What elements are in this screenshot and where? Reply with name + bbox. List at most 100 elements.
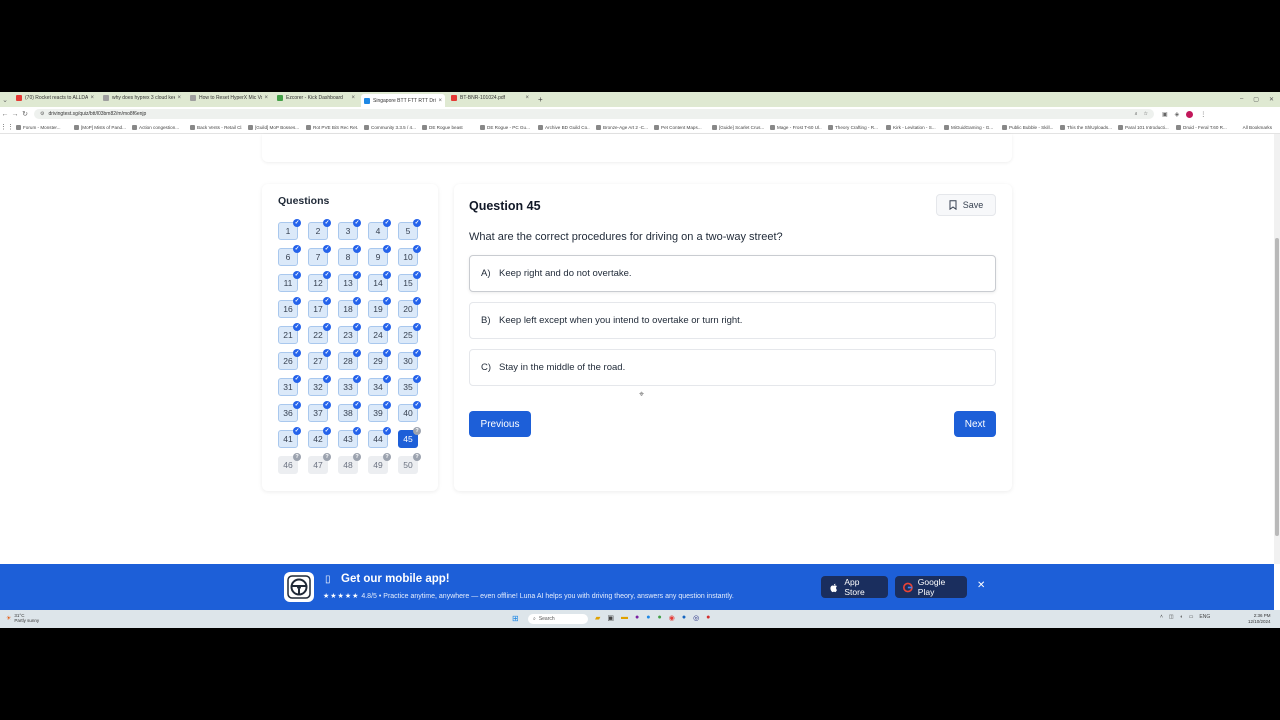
question-number-button[interactable]: 18 ✓ — [338, 297, 361, 318]
puzzle-icon[interactable]: ◈ — [1175, 111, 1180, 118]
question-number-button[interactable]: 24 ✓ — [368, 323, 391, 344]
question-number-button[interactable]: 37 ✓ — [308, 401, 331, 422]
answer-option-b[interactable]: B) Keep left except when you intend to o… — [469, 302, 996, 339]
question-number-button[interactable]: 46? — [278, 453, 301, 474]
reload-icon[interactable]: ↻ — [20, 110, 30, 118]
question-number-button[interactable]: 40 ✓ — [398, 401, 421, 422]
site-info-icon[interactable]: ⚙ — [40, 111, 44, 117]
previous-button[interactable]: Previous — [469, 411, 531, 437]
question-number-button[interactable]: 45? — [398, 427, 421, 448]
question-number-button[interactable]: 9 ✓ — [368, 245, 391, 266]
question-number-button[interactable]: 31 ✓ — [278, 375, 301, 396]
question-number-button[interactable]: 16 ✓ — [278, 297, 301, 318]
question-number-button[interactable]: 20 ✓ — [398, 297, 421, 318]
bookmark-item[interactable]: Community 3.3.5 / 4... — [364, 124, 416, 130]
question-number-button[interactable]: 19 ✓ — [368, 297, 391, 318]
tab-menu-icon[interactable]: ⌄ — [0, 96, 10, 104]
question-number-button[interactable]: 49? — [368, 453, 391, 474]
question-number-button[interactable]: 6 ✓ — [278, 245, 301, 266]
question-number-button[interactable]: 36 ✓ — [278, 401, 301, 422]
bookmark-item[interactable]: Theory Crafting - R... — [828, 124, 880, 130]
volume-icon[interactable]: ◖ — [1180, 614, 1183, 620]
question-number-button[interactable]: 32 ✓ — [308, 375, 331, 396]
question-number-button[interactable]: 1 ✓ — [278, 219, 301, 240]
file-explorer-icon[interactable]: ▰ — [595, 614, 600, 622]
chrome-icon[interactable]: ◉ — [669, 614, 675, 622]
tab-close-icon[interactable]: × — [351, 95, 355, 101]
question-number-button[interactable]: 42 ✓ — [308, 427, 331, 448]
bookmark-item[interactable]: DE Rogue beast — [422, 124, 474, 130]
browser-tab[interactable]: How to Reset HyperX Mic Volu × — [187, 92, 271, 103]
new-tab-icon[interactable]: + — [538, 95, 543, 104]
bookmark-item[interactable]: Paral 101 Introducti... — [1118, 124, 1170, 130]
next-button[interactable]: Next — [954, 411, 996, 437]
question-number-button[interactable]: 13 ✓ — [338, 271, 361, 292]
question-number-button[interactable]: 25 ✓ — [398, 323, 421, 344]
bookmark-item[interactable]: Pet Content Maps... — [654, 124, 706, 130]
question-number-button[interactable]: 3 ✓ — [338, 219, 361, 240]
banner-close-icon[interactable]: ✕ — [977, 580, 985, 591]
battery-icon[interactable]: ▭ — [1189, 614, 1194, 620]
bookmark-item[interactable]: Kirk - Levitation - S... — [886, 124, 938, 130]
bookmark-star-icon[interactable]: ☆ — [1144, 111, 1148, 117]
question-number-button[interactable]: 27 ✓ — [308, 349, 331, 370]
question-number-button[interactable]: 17 ✓ — [308, 297, 331, 318]
question-number-button[interactable]: 39 ✓ — [368, 401, 391, 422]
bookmark-item[interactable]: Bronze-Age Art 2 -C... — [596, 124, 648, 130]
question-number-button[interactable]: 29 ✓ — [368, 349, 391, 370]
app-icon-5[interactable]: ● — [706, 614, 710, 622]
forward-icon[interactable]: → — [10, 111, 20, 118]
question-number-button[interactable]: 11 ✓ — [278, 271, 301, 292]
bookmark-item[interactable]: Rot PVE BiS Rec Ret... — [306, 124, 358, 130]
question-number-button[interactable]: 5 ✓ — [398, 219, 421, 240]
browser-tab[interactable]: BT-BNR-101024.pdf × — [448, 92, 532, 103]
windows-start-icon[interactable]: ⊞ — [512, 614, 519, 623]
question-number-button[interactable]: 41 ✓ — [278, 427, 301, 448]
question-number-button[interactable]: 26 ✓ — [278, 349, 301, 370]
app-store-button[interactable]: App Store — [821, 576, 888, 598]
bookmark-item[interactable]: DE Rogue - PC Gu... — [480, 124, 532, 130]
folder-icon[interactable]: ▬ — [621, 614, 628, 622]
bookmark-item[interactable]: This the ShlUploads... — [1060, 124, 1112, 130]
question-number-button[interactable]: 50? — [398, 453, 421, 474]
question-number-button[interactable]: 22 ✓ — [308, 323, 331, 344]
tab-close-icon[interactable]: × — [177, 95, 181, 101]
google-play-button[interactable]: Google Play — [895, 576, 967, 598]
browser-tab[interactable]: why does hyprex 3 cloud keep × — [100, 92, 184, 103]
bookmark-item[interactable]: Back Vents - Retail Cl... — [190, 124, 242, 130]
question-number-button[interactable]: 21 ✓ — [278, 323, 301, 344]
answer-option-c[interactable]: C) Stay in the middle of the road. — [469, 349, 996, 386]
tab-close-icon[interactable]: × — [90, 95, 94, 101]
question-number-button[interactable]: 34 ✓ — [368, 375, 391, 396]
browser-tab[interactable]: Singapore BTT FTT RTT Driving× — [361, 94, 445, 107]
app-icon-2[interactable]: ● — [646, 614, 650, 622]
url-input[interactable]: ⚙ drivingtest.sg/quiz/btt/l03bm82/m/mo8f… — [34, 109, 1154, 119]
all-bookmarks-link[interactable]: All Bookmarks — [1243, 125, 1280, 130]
bookmark-item[interactable]: [MoP] Mists of Pand... — [74, 124, 126, 130]
bookmark-item[interactable]: Archive BD Guild Co... — [538, 124, 590, 130]
scrollbar-thumb[interactable] — [1275, 238, 1279, 536]
question-number-button[interactable]: 38 ✓ — [338, 401, 361, 422]
close-window-icon[interactable]: ✕ — [1269, 96, 1274, 103]
bookmark-item[interactable]: Mage - Frost T-60 Ul... — [770, 124, 822, 130]
question-number-button[interactable]: 48? — [338, 453, 361, 474]
language-indicator[interactable]: ENG — [1199, 614, 1210, 620]
app-icon-4[interactable]: ● — [682, 614, 686, 622]
taskview-icon[interactable]: ▣ — [607, 614, 614, 622]
browser-menu-icon[interactable]: ⋮ — [1200, 111, 1206, 118]
weather-widget[interactable]: ☀ 31°C Partly sunny — [6, 613, 39, 623]
browser-tab[interactable]: (70) Rocket reacts to ALLDAY F× — [13, 92, 97, 103]
question-number-button[interactable]: 44 ✓ — [368, 427, 391, 448]
taskbar-search[interactable]: ⌕ Search — [528, 614, 588, 624]
question-number-button[interactable]: 43 ✓ — [338, 427, 361, 448]
question-number-button[interactable]: 2 ✓ — [308, 219, 331, 240]
question-number-button[interactable]: 33 ✓ — [338, 375, 361, 396]
apps-grid-icon[interactable]: ⋮⋮ — [0, 123, 14, 131]
bookmark-item[interactable]: MiGuidGaming - G... — [944, 124, 996, 130]
question-number-button[interactable]: 35 ✓ — [398, 375, 421, 396]
question-number-button[interactable]: 28 ✓ — [338, 349, 361, 370]
question-number-button[interactable]: 47? — [308, 453, 331, 474]
question-number-button[interactable]: 23 ✓ — [338, 323, 361, 344]
tab-close-icon[interactable]: × — [438, 98, 442, 104]
answer-option-a[interactable]: A) Keep right and do not overtake. — [469, 255, 996, 292]
